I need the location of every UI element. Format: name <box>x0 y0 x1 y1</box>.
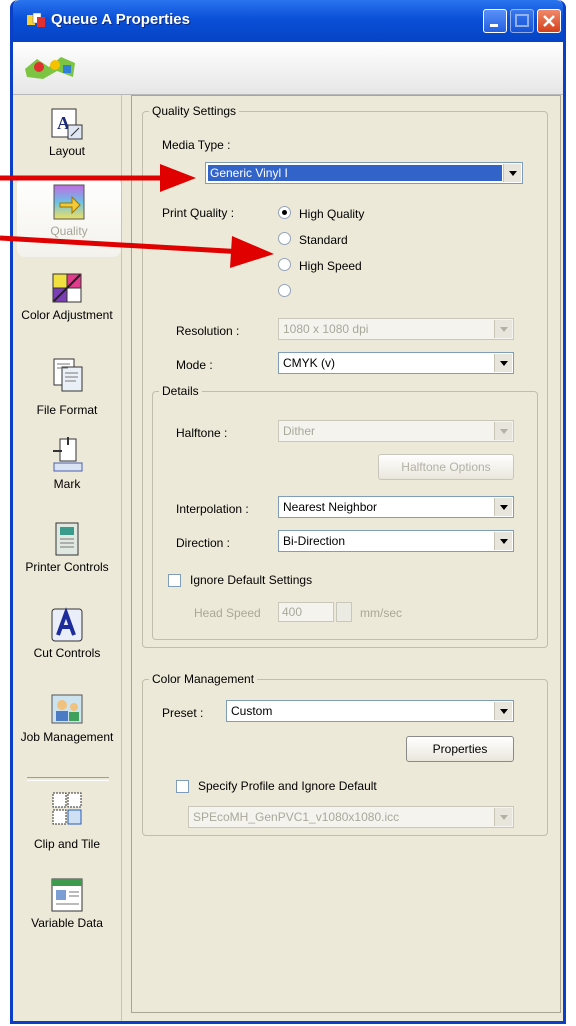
radio-high-speed[interactable]: High Speed <box>278 258 362 273</box>
interpolation-value: Nearest Neighbor <box>283 500 378 514</box>
properties-button[interactable]: Properties <box>406 736 514 762</box>
sidebar-item-label: Cut Controls <box>33 646 101 660</box>
chevron-down-icon[interactable] <box>494 422 512 440</box>
sidebar-item-label: File Format <box>36 403 98 417</box>
chevron-down-icon[interactable] <box>494 498 512 516</box>
head-speed-unit: mm/sec <box>360 606 402 620</box>
radio-indicator[interactable] <box>278 232 291 245</box>
ignore-default-label: Ignore Default Settings <box>190 573 313 587</box>
annotation-arrow-icon <box>0 235 274 268</box>
sidebar-item-cut-controls[interactable]: Cut Controls <box>13 607 121 691</box>
radio-label: High Speed <box>299 259 362 273</box>
resolution-label: Resolution : <box>176 324 240 338</box>
print-quality-label: Print Quality : <box>162 206 235 220</box>
resolution-select[interactable]: 1080 x 1080 dpi <box>278 318 514 340</box>
sidebar-item-label: Printer Controls <box>25 560 109 574</box>
profile-value: SPEcoMH_GenPVC1_v1080x1080.icc <box>193 810 400 824</box>
media-type-select[interactable]: Generic Vinyl I <box>205 162 523 184</box>
sidebar-item-label: Variable Data <box>31 916 103 930</box>
direction-value: Bi-Direction <box>283 534 346 548</box>
direction-label: Direction : <box>176 536 231 550</box>
radio-indicator[interactable] <box>278 206 291 219</box>
radio-indicator[interactable] <box>278 284 291 297</box>
minimize-button[interactable] <box>483 9 507 33</box>
file-format-icon <box>53 358 83 392</box>
ignore-default-checkbox[interactable] <box>168 574 181 587</box>
specify-profile-checkbox[interactable] <box>176 780 189 793</box>
chevron-down-icon[interactable] <box>494 320 512 338</box>
window-title: Queue A Properties <box>51 11 190 28</box>
direction-select[interactable]: Bi-Direction <box>278 530 514 552</box>
media-type-label: Media Type : <box>162 138 231 152</box>
sidebar-item-mark[interactable]: Mark <box>13 435 121 497</box>
halftone-value: Dither <box>283 424 316 438</box>
title-bar[interactable]: Queue A Properties <box>13 0 563 42</box>
sidebar-item-printer-controls[interactable]: Printer Controls <box>13 521 121 605</box>
job-management-icon <box>51 694 83 724</box>
radio-indicator[interactable] <box>278 258 291 271</box>
group-legend: Quality Settings <box>152 104 237 118</box>
sidebar-item-file-format[interactable]: File Format <box>13 357 121 419</box>
interpolation-label: Interpolation : <box>176 502 249 516</box>
radio-high-quality[interactable]: High Quality <box>278 206 364 221</box>
radio-label: High Quality <box>299 207 365 221</box>
sidebar-item-clip-and-tile[interactable]: Clip and Tile <box>13 791 121 867</box>
annotation-arrow-icon <box>0 164 196 192</box>
mode-label: Mode : <box>176 358 213 372</box>
printer-controls-icon <box>55 522 79 556</box>
clip-tile-icon <box>52 792 82 825</box>
maximize-button[interactable] <box>510 9 534 33</box>
sidebar-item-color-adjustment[interactable]: Color Adjustment <box>13 271 121 355</box>
mark-icon <box>53 437 83 472</box>
sidebar-item-label: Color Adjustment <box>21 308 113 322</box>
head-speed-stepper[interactable] <box>336 602 352 622</box>
radio-label: Standard <box>299 233 348 247</box>
sidebar-separator <box>27 777 109 781</box>
sidebar-item-job-management[interactable]: Job Management <box>13 691 121 775</box>
chevron-down-icon[interactable] <box>494 354 512 372</box>
color-adjustment-icon <box>52 273 82 303</box>
group-legend: Color Management <box>152 672 255 686</box>
toolbar-logo-icon <box>25 57 75 79</box>
chevron-down-icon[interactable] <box>494 702 512 720</box>
mode-value: CMYK (v) <box>283 356 335 370</box>
interpolation-select[interactable]: Nearest Neighbor <box>278 496 514 518</box>
chevron-down-icon[interactable] <box>503 164 521 182</box>
sidebar-item-label: Mark <box>53 477 81 491</box>
sidebar-item-variable-data[interactable]: Variable Data <box>13 877 121 961</box>
preset-select[interactable]: Custom <box>226 700 514 722</box>
head-speed-label: Head Speed <box>194 606 261 620</box>
halftone-options-button[interactable]: Halftone Options <box>378 454 514 480</box>
media-type-value: Generic Vinyl I <box>210 166 288 180</box>
mode-select[interactable]: CMYK (v) <box>278 352 514 374</box>
specify-profile-label: Specify Profile and Ignore Default <box>198 779 377 793</box>
close-button[interactable] <box>537 9 561 33</box>
properties-window: Queue A Properties A Layout Quality Colo… <box>10 0 566 1024</box>
head-speed-input[interactable]: 400 <box>278 602 334 622</box>
sidebar-item-label: Clip and Tile <box>33 837 101 851</box>
group-legend: Details <box>162 384 199 398</box>
preset-label: Preset : <box>162 706 204 720</box>
chevron-down-icon[interactable] <box>494 532 512 550</box>
radio-custom[interactable] <box>278 284 299 299</box>
toolbar-strip <box>13 42 563 95</box>
preset-value: Custom <box>231 704 273 718</box>
layout-icon: A <box>51 108 83 140</box>
profile-select[interactable]: SPEcoMH_GenPVC1_v1080x1080.icc <box>188 806 514 828</box>
halftone-select[interactable]: Dither <box>278 420 514 442</box>
sidebar-item-label: Layout <box>48 144 86 158</box>
halftone-label: Halftone : <box>176 426 228 440</box>
sidebar-item-label: Job Management <box>20 730 114 744</box>
radio-standard[interactable]: Standard <box>278 232 348 247</box>
resolution-value: 1080 x 1080 dpi <box>283 322 369 336</box>
cut-controls-icon <box>51 607 83 642</box>
chevron-down-icon[interactable] <box>494 808 512 826</box>
variable-data-icon <box>51 878 83 912</box>
app-icon <box>27 13 45 27</box>
